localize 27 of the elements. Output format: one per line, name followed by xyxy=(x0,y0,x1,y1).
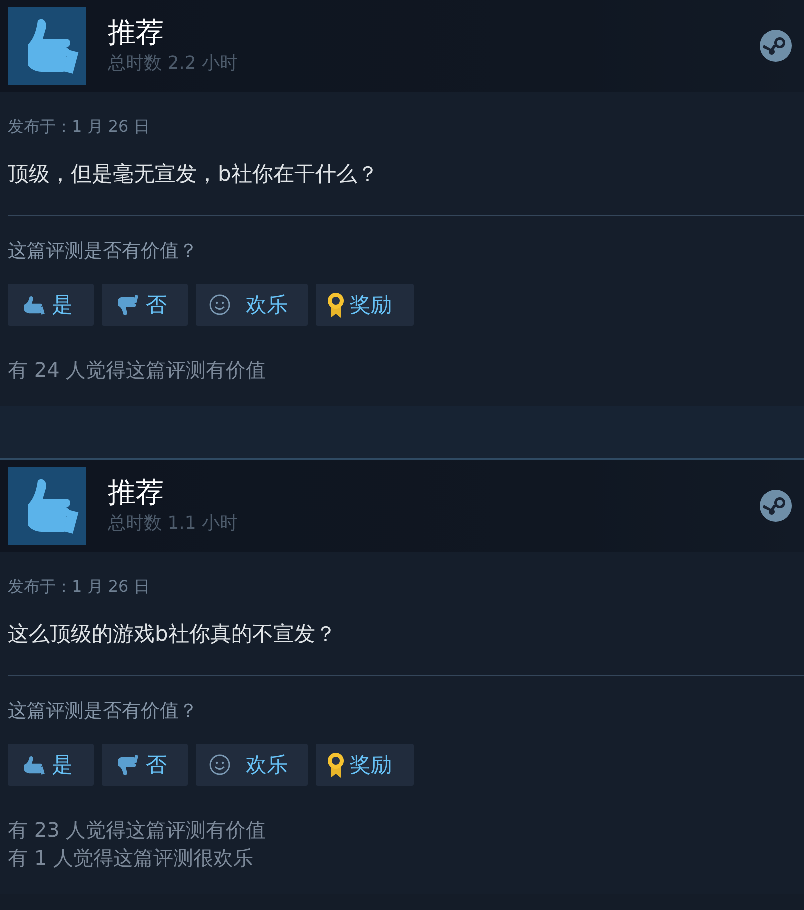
logo-icon xyxy=(760,30,792,62)
yes-button[interactable]: 是 xyxy=(8,284,94,326)
helpful-question: 这篇评测是否有价值？ xyxy=(8,699,199,724)
smiley-icon xyxy=(208,753,232,777)
review-text: 顶级，但是毫无宣发，b社你在干什么？ xyxy=(8,161,380,188)
post-date: 发布于：1 月 26 日 xyxy=(8,116,151,138)
no-button[interactable]: 否 xyxy=(102,284,188,326)
ribbon-medal-icon xyxy=(326,751,346,779)
award-button[interactable]: 奖励 xyxy=(316,744,414,786)
post-date: 发布于：1 月 26 日 xyxy=(8,576,151,598)
smiley-icon xyxy=(208,293,232,317)
helpful-question: 这篇评测是否有价值？ xyxy=(8,239,199,264)
funny-button[interactable]: 欢乐 xyxy=(196,284,308,326)
ribbon-medal-icon xyxy=(326,291,346,319)
vote-count: 有 24 人觉得这篇评测有价值 xyxy=(8,357,268,384)
hours-played: 总时数 1.1 小时 xyxy=(108,512,240,536)
verdict-title: 推荐 xyxy=(108,476,165,510)
hours-played: 总时数 2.2 小时 xyxy=(108,52,240,76)
verdict-title: 推荐 xyxy=(108,16,165,50)
logo-icon xyxy=(760,490,792,522)
review-text: 这么顶级的游戏b社你真的不宣发？ xyxy=(8,621,338,648)
yes-button[interactable]: 是 xyxy=(8,744,94,786)
award-button[interactable]: 奖励 xyxy=(316,284,414,326)
no-button[interactable]: 否 xyxy=(102,744,188,786)
vote-count: 有 1 人觉得这篇评测很欢乐 xyxy=(8,845,254,872)
funny-button[interactable]: 欢乐 xyxy=(196,744,308,786)
vote-count: 有 23 人觉得这篇评测有价值 xyxy=(8,817,268,844)
